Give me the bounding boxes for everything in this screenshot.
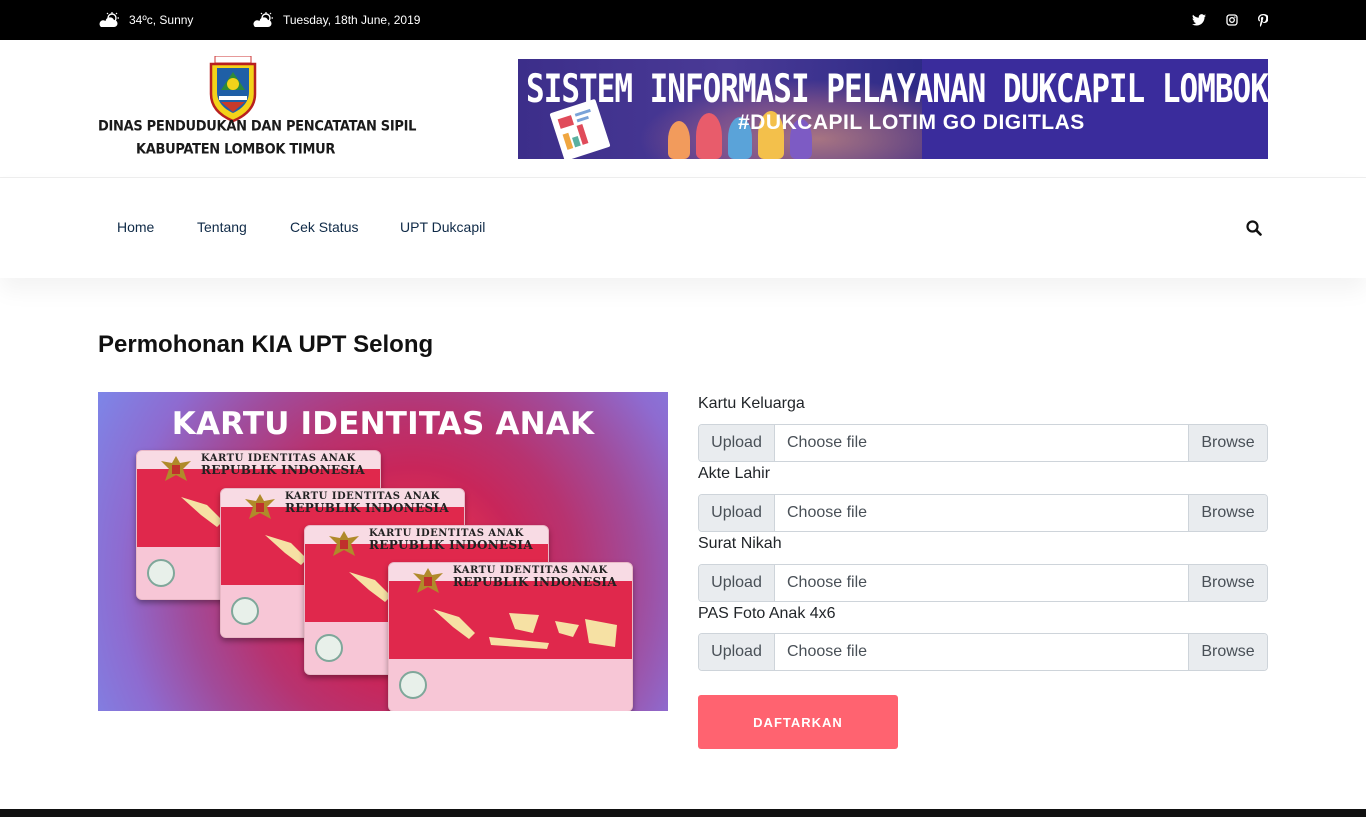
top-bar: 34ºc, Sunny Tuesday, 18th June, 2019 — [0, 0, 1366, 40]
surat-nikah-file-input[interactable]: Upload Choose file Browse — [698, 564, 1268, 602]
site-header: DINAS PENDUDUKAN DAN PENCATATAN SIPIL KA… — [0, 40, 1366, 178]
nav-item-cek-status[interactable]: Cek Status — [290, 219, 358, 235]
page-title: Permohonan KIA UPT Selong — [98, 331, 434, 358]
instagram-icon[interactable] — [1225, 0, 1239, 40]
kia-illustration-image: KARTU IDENTITAS ANAK KARTU IDENTITAS ANA… — [98, 392, 668, 711]
seal-icon — [315, 634, 343, 662]
people-illustration — [696, 113, 722, 159]
main-nav: Home Tentang Cek Status UPT Dukcapil — [0, 178, 1366, 278]
regency-crest-logo — [209, 56, 257, 122]
banner-subtitle: #DUKCAPIL LOTIM GO DIGITLAS — [738, 111, 1085, 134]
file-placeholder[interactable]: Choose file — [787, 565, 867, 601]
indonesia-map-icon — [433, 609, 617, 649]
header-banner: SISTEM INFORMASI PELAYANAN DUKCAPIL LOMB… — [518, 59, 1268, 159]
file-placeholder[interactable]: Choose file — [787, 634, 867, 670]
upload-label: Upload — [699, 565, 775, 601]
nav-item-home[interactable]: Home — [117, 219, 154, 235]
weather-info: 34ºc, Sunny — [98, 0, 193, 40]
browse-button[interactable]: Browse — [1188, 565, 1267, 601]
seal-icon — [147, 559, 175, 587]
nav-item-upt-dukcapil[interactable]: UPT Dukcapil — [400, 219, 485, 235]
site-logo[interactable]: DINAS PENDUDUKAN DAN PENCATATAN SIPIL KA… — [98, 55, 417, 165]
kartu-keluarga-label: Kartu Keluarga — [698, 395, 805, 412]
garuda-icon — [413, 568, 443, 593]
footer — [0, 809, 1366, 817]
cloud-sun-icon — [253, 12, 273, 27]
file-placeholder[interactable]: Choose file — [787, 495, 867, 531]
browse-button[interactable]: Browse — [1188, 495, 1267, 531]
surat-nikah-label: Surat Nikah — [698, 535, 782, 552]
banner-title: SISTEM INFORMASI PELAYANAN DUKCAPIL LOMB… — [526, 67, 1268, 112]
upload-label: Upload — [699, 425, 775, 461]
date-text: Tuesday, 18th June, 2019 — [283, 13, 421, 27]
pas-foto-file-input[interactable]: Upload Choose file Browse — [698, 633, 1268, 671]
garuda-icon — [329, 531, 359, 556]
kia-image-title: KARTU IDENTITAS ANAK — [171, 406, 595, 442]
logo-title-line2: KABUPATEN LOMBOK TIMUR — [135, 141, 336, 158]
upload-label: Upload — [699, 495, 775, 531]
browse-button[interactable]: Browse — [1188, 634, 1267, 670]
file-placeholder[interactable]: Choose file — [787, 425, 867, 461]
logo-title-line1: DINAS PENDUDUKAN DAN PENCATATAN SIPIL — [98, 118, 417, 135]
seal-icon — [231, 597, 259, 625]
garuda-icon — [245, 494, 275, 519]
akte-lahir-label: Akte Lahir — [698, 465, 771, 482]
daftarkan-button[interactable]: DAFTARKAN — [698, 695, 898, 749]
twitter-icon[interactable] — [1192, 0, 1206, 40]
browse-button[interactable]: Browse — [1188, 425, 1267, 461]
nav-item-tentang[interactable]: Tentang — [197, 219, 247, 235]
garuda-icon — [161, 456, 191, 481]
weather-text: 34ºc, Sunny — [129, 13, 194, 27]
kartu-keluarga-file-input[interactable]: Upload Choose file Browse — [698, 424, 1268, 462]
date-info: Tuesday, 18th June, 2019 — [252, 0, 420, 40]
people-illustration — [668, 121, 690, 159]
seal-icon — [399, 671, 427, 699]
akte-lahir-file-input[interactable]: Upload Choose file Browse — [698, 494, 1268, 532]
search-icon[interactable] — [1246, 220, 1262, 236]
pas-foto-label: PAS Foto Anak 4x6 — [698, 605, 836, 622]
kia-card: KARTU IDENTITAS ANAK REPUBLIK INDONESIA — [388, 562, 633, 711]
cloud-sun-icon — [99, 12, 119, 27]
upload-label: Upload — [699, 634, 775, 670]
pinterest-icon[interactable] — [1256, 0, 1270, 40]
